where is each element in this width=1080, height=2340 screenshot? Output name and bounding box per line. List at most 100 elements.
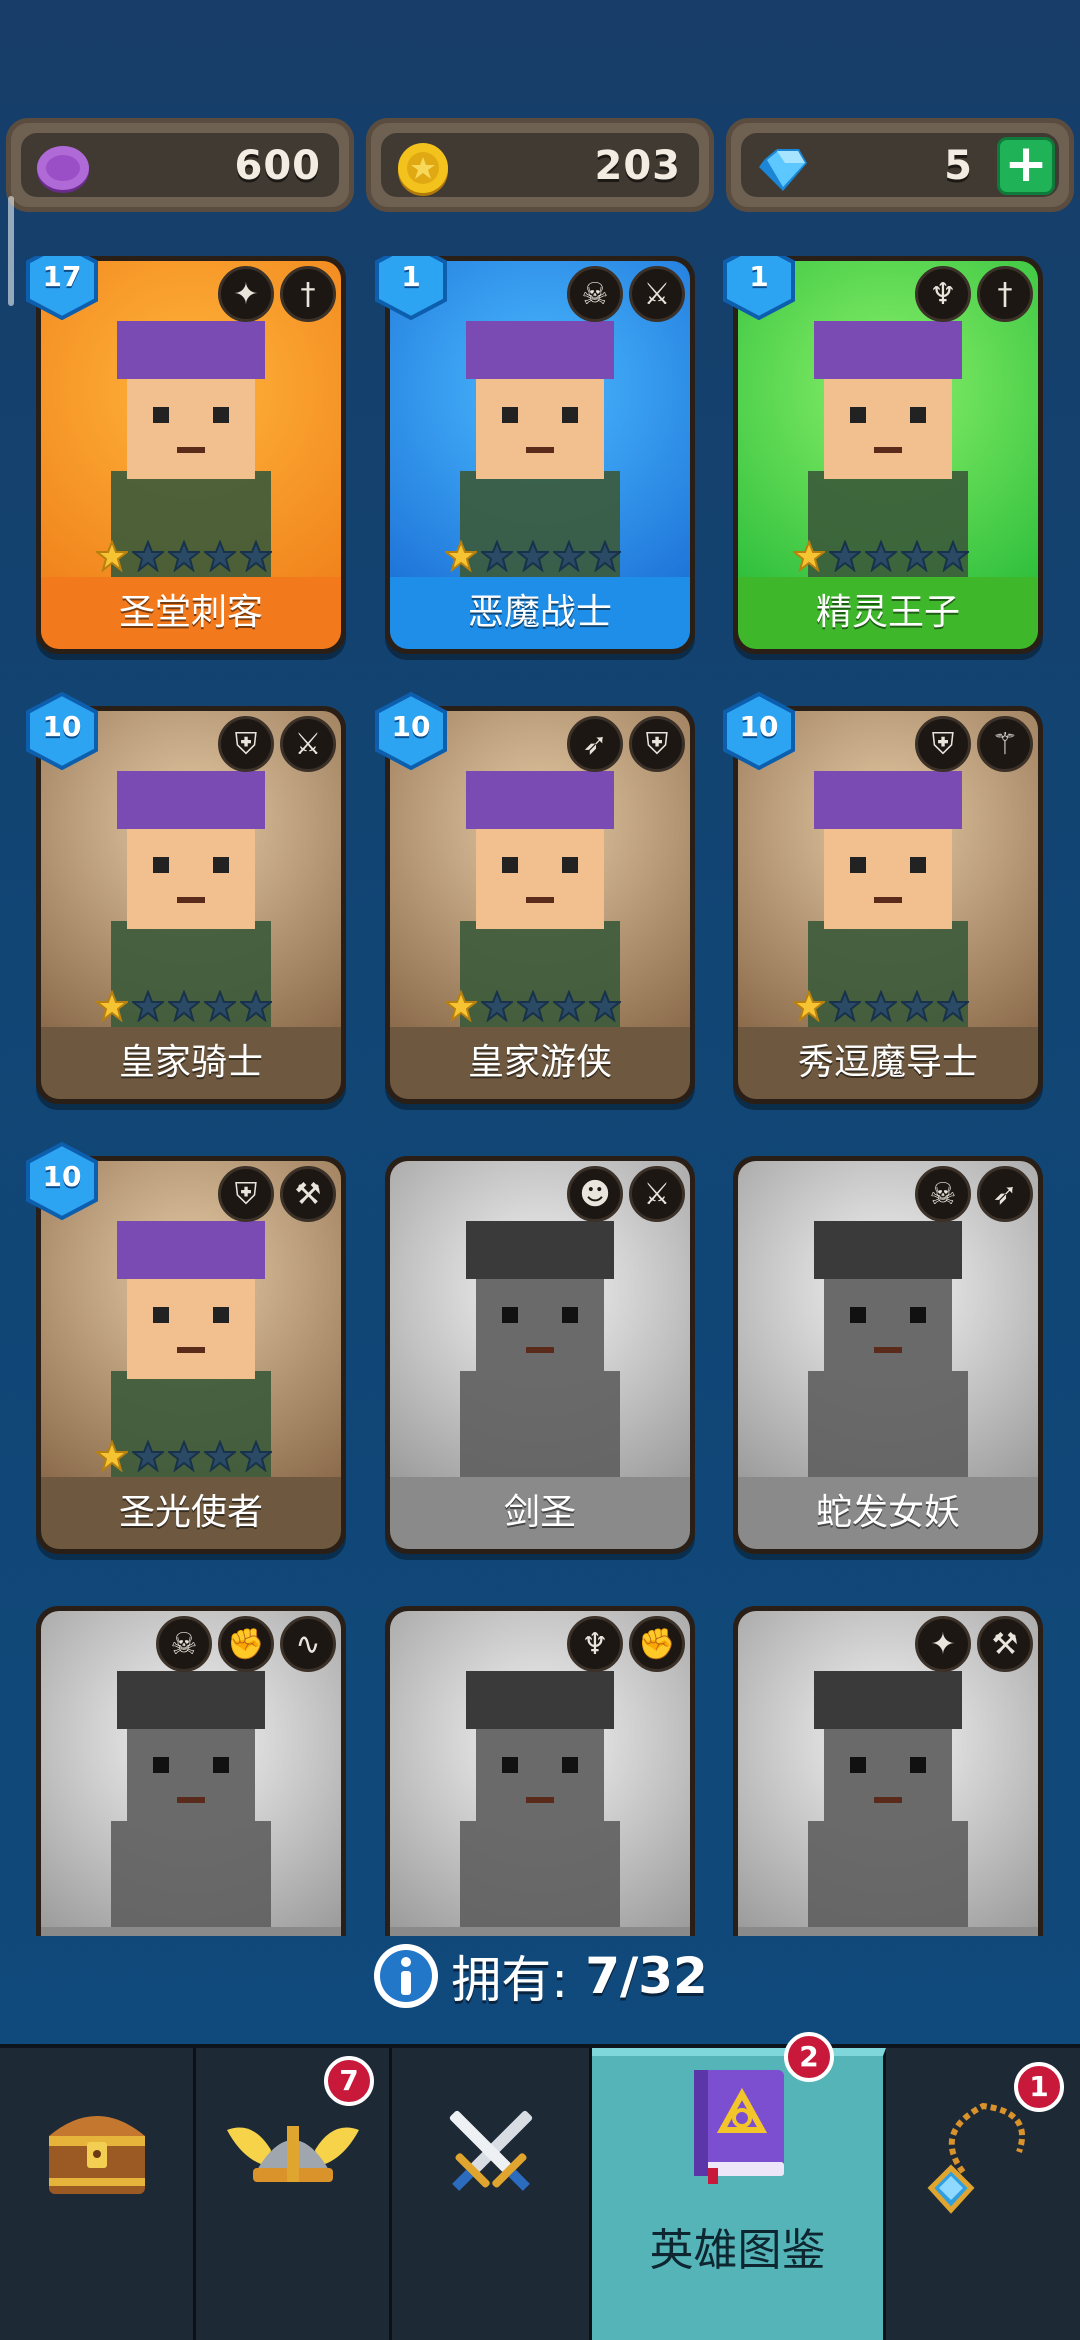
- hero-level-badge: 10: [26, 692, 98, 770]
- orc-icon: ☻: [567, 1166, 623, 1222]
- star-empty-icon: [168, 1440, 200, 1472]
- hero-level-value: 17: [42, 260, 82, 293]
- sword-icon: ⚔: [629, 266, 685, 322]
- dagger-icon: †: [977, 266, 1033, 322]
- hero-class-badges: ☠ ✊ ∿: [156, 1616, 336, 1672]
- star-empty-icon: [168, 990, 200, 1022]
- owned-counter: 拥有: 7/32: [0, 1940, 1080, 2020]
- star-empty-icon: [589, 540, 621, 572]
- heroes-notification-badge: 7: [324, 2056, 374, 2106]
- star-empty-icon: [204, 1440, 236, 1472]
- star-empty-icon: [481, 990, 513, 1022]
- bottom-nav: 7 2 英雄图鉴 1: [0, 2032, 1080, 2340]
- demon-skull-icon: ☠: [567, 266, 623, 322]
- hero-name: 秀逗魔导士: [738, 1027, 1038, 1099]
- winged-helmet-icon: [226, 2126, 359, 2182]
- nav-heroes-tab[interactable]: 7: [196, 2048, 392, 2340]
- star-empty-icon: [168, 540, 200, 572]
- star-empty-icon: [553, 990, 585, 1022]
- hero-class-badges: ⛨ ⚒: [218, 1166, 336, 1222]
- elf-icon: ♆: [915, 266, 971, 322]
- hero-card[interactable]: 10 ⛨ ⚒ 圣光使者: [26, 1142, 346, 1554]
- hero-level-badge: 1: [375, 256, 447, 320]
- star-empty-icon: [481, 540, 513, 572]
- nav-battle-tab[interactable]: [392, 2048, 592, 2340]
- hero-class-badges: ☠ ➶: [915, 1166, 1033, 1222]
- helmet-icon: ⛨: [629, 716, 685, 772]
- hero-class-badges: ✦ ⚒: [915, 1616, 1033, 1672]
- treasure-chest-icon: [48, 2116, 145, 2194]
- hero-name: 皇家游侠: [390, 1027, 690, 1099]
- winged-emblem-icon: ✦: [218, 266, 274, 322]
- winged-emblem-icon: ✦: [915, 1616, 971, 1672]
- hero-level-value: 1: [401, 260, 421, 293]
- star-empty-icon: [517, 990, 549, 1022]
- hero-name: 恶魔战士: [390, 577, 690, 649]
- star-empty-icon: [829, 540, 861, 572]
- hero-card[interactable]: ☠ ✊ ∿: [36, 1606, 346, 1936]
- hero-card[interactable]: ✦ ⚒: [733, 1606, 1043, 1936]
- owned-count: 7/32: [585, 1947, 708, 2005]
- dagger-icon: †: [280, 266, 336, 322]
- bow-icon: ➶: [567, 716, 623, 772]
- diamond-icon: [759, 149, 807, 191]
- star-filled-icon: [96, 1440, 128, 1472]
- dragon-icon: ∿: [280, 1616, 336, 1672]
- star-filled-icon: [793, 540, 825, 572]
- star-empty-icon: [901, 540, 933, 572]
- hero-card[interactable]: 10 ➶ ⛨ 皇家游侠: [375, 692, 695, 1104]
- star-empty-icon: [240, 540, 272, 572]
- hero-codex-book-icon: [693, 2070, 784, 2184]
- hero-card[interactable]: ☻ ⚔ 剑圣: [385, 1156, 695, 1554]
- hero-class-badges: ✦ †: [218, 266, 336, 322]
- star-empty-icon: [937, 990, 969, 1022]
- gold-coin-value: 203: [594, 143, 681, 189]
- hero-star-rating: [96, 540, 272, 572]
- sword-icon: ⚔: [629, 1166, 685, 1222]
- hero-name: [390, 1927, 690, 1936]
- star-empty-icon: [865, 990, 897, 1022]
- nav-chest-tab[interactable]: [0, 2048, 196, 2340]
- hero-card[interactable]: ☠ ➶ 蛇发女妖: [733, 1156, 1043, 1554]
- hero-level-value: 10: [42, 1160, 82, 1193]
- hero-name: 圣堂刺客: [41, 577, 341, 649]
- hero-card[interactable]: ♆ ✊: [385, 1606, 695, 1936]
- hero-name: 圣光使者: [41, 1477, 341, 1549]
- diamond-counter: 5 +: [726, 118, 1074, 212]
- info-icon[interactable]: [372, 1942, 440, 2010]
- star-filled-icon: [96, 990, 128, 1022]
- hero-class-badges: ♆ †: [915, 266, 1033, 322]
- hero-class-badges: ☻ ⚔: [567, 1166, 685, 1222]
- star-filled-icon: [445, 540, 477, 572]
- codex-notification-badge: 2: [784, 2032, 834, 2082]
- hero-name: 蛇发女妖: [738, 1477, 1038, 1549]
- nav-amulet-tab[interactable]: 1: [886, 2048, 1080, 2340]
- fist-icon: ✊: [218, 1616, 274, 1672]
- bow-icon: ➶: [977, 1166, 1033, 1222]
- gold-coin-counter: 203: [366, 118, 714, 212]
- star-empty-icon: [204, 990, 236, 1022]
- hero-name: 剑圣: [390, 1477, 690, 1549]
- star-empty-icon: [937, 540, 969, 572]
- hero-card[interactable]: 10 ⛨ ⚔ 皇家骑士: [26, 692, 346, 1104]
- hero-level-badge: 10: [375, 692, 447, 770]
- add-diamond-button[interactable]: +: [997, 137, 1055, 195]
- owned-label: 拥有:: [451, 1951, 569, 2009]
- star-empty-icon: [901, 990, 933, 1022]
- hero-grid[interactable]: 17 ✦ † 圣堂刺客 1 ☠ ⚔ 恶魔战士 1 ♆ † 精灵王子 10 ⛨ ⚔ 皇家骑士 10 ➶ ⛨ 皇家游侠 10…: [0, 256, 1080, 1936]
- hero-star-rating: [793, 540, 969, 572]
- hero-card[interactable]: 10 ⛨ ⚚ 秀逗魔导士: [723, 692, 1043, 1104]
- hero-card[interactable]: 1 ♆ † 精灵王子: [723, 256, 1043, 654]
- hero-level-value: 1: [749, 260, 769, 293]
- purple-coin-value: 600: [234, 143, 321, 189]
- hero-card[interactable]: 17 ✦ † 圣堂刺客: [26, 256, 346, 654]
- hero-level-badge: 1: [723, 256, 795, 320]
- star-empty-icon: [829, 990, 861, 1022]
- hero-star-rating: [445, 990, 621, 1022]
- nav-codex-tab[interactable]: 2 英雄图鉴: [592, 2032, 886, 2340]
- staff-icon: ⚚: [977, 716, 1033, 772]
- amulet-icon: [927, 2102, 1026, 2214]
- star-empty-icon: [517, 540, 549, 572]
- hero-card[interactable]: 1 ☠ ⚔ 恶魔战士: [375, 256, 695, 654]
- star-empty-icon: [132, 540, 164, 572]
